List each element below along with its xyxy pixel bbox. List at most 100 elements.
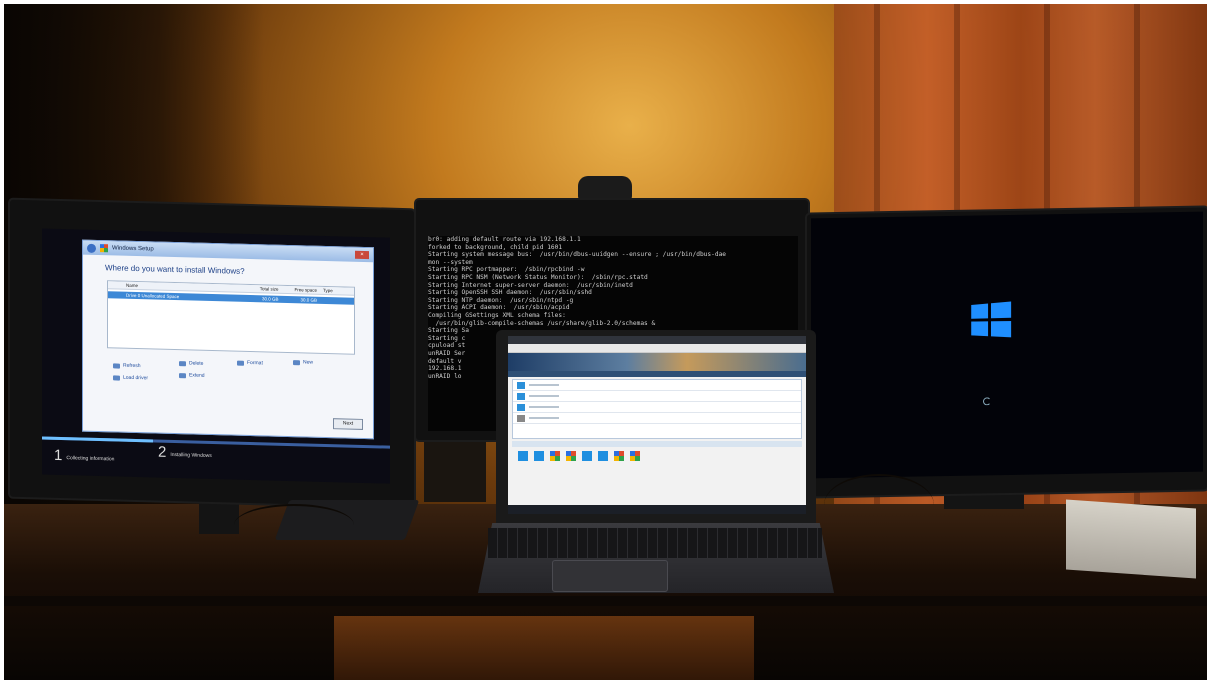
step-label: Collecting information xyxy=(66,455,115,463)
list-item[interactable] xyxy=(513,391,801,402)
windows-logo-icon xyxy=(517,392,525,400)
delete-button[interactable]: Delete xyxy=(179,360,203,367)
laptop xyxy=(496,330,816,526)
format-icon xyxy=(237,360,244,366)
refresh-icon xyxy=(113,362,120,369)
webcam xyxy=(578,176,632,202)
list-item[interactable] xyxy=(513,402,801,413)
load-driver-button[interactable]: Load driver xyxy=(113,374,148,381)
web-ui-banner xyxy=(508,353,806,371)
column-header-free: Free space xyxy=(294,287,318,293)
windows-logo-icon[interactable] xyxy=(550,451,560,461)
delete-label: Delete xyxy=(189,360,204,367)
load-driver-icon xyxy=(113,374,120,381)
setup-step: 2 Installing Windows xyxy=(158,444,212,462)
windows-logo-icon[interactable] xyxy=(630,451,640,461)
windows-setup-screen: Windows Setup × Where do you want to ins… xyxy=(42,228,390,484)
next-button[interactable]: Next xyxy=(333,418,363,430)
list-item[interactable] xyxy=(513,380,801,391)
refresh-label: Refresh xyxy=(123,362,141,370)
step-label: Installing Windows xyxy=(170,451,212,459)
speaker xyxy=(424,440,486,502)
windows-logo-icon xyxy=(517,381,525,389)
list-item[interactable] xyxy=(513,413,801,424)
drive-name: Drive 0 Unallocated Space xyxy=(126,292,180,300)
new-label: New xyxy=(303,359,314,366)
console-line: br0: adding default route via 192.168.1.… xyxy=(428,236,581,243)
setup-title: Windows Setup xyxy=(112,245,154,253)
drive-table: Name Total size Free space Type Drive 0 … xyxy=(107,280,355,355)
windows-logo-icon[interactable] xyxy=(534,451,544,461)
cable xyxy=(234,504,354,546)
new-button[interactable]: New xyxy=(293,359,313,366)
close-icon[interactable]: × xyxy=(355,250,369,260)
vm-entry xyxy=(529,384,559,386)
drive-type xyxy=(317,298,352,304)
load-driver-label: Load driver xyxy=(123,374,149,382)
console-line: Starting Internet super-server daemon: /… xyxy=(428,281,633,289)
drive-actions: Refresh Delete Format New Load driver Ex… xyxy=(113,356,373,403)
new-icon xyxy=(293,359,300,365)
extend-icon xyxy=(179,372,186,378)
windows-logo-icon[interactable] xyxy=(598,451,608,461)
windows-logo-icon[interactable] xyxy=(518,451,528,461)
floor-glow xyxy=(334,616,754,680)
desk-edge xyxy=(4,596,1207,606)
laptop-keyboard xyxy=(488,528,822,558)
browser-tab-strip[interactable] xyxy=(508,336,806,344)
windows-setup-dialog: Windows Setup × Where do you want to ins… xyxy=(82,239,374,440)
template-icons xyxy=(508,447,806,465)
vm-entry xyxy=(529,395,559,397)
setup-progress-fill xyxy=(42,436,154,443)
left-monitor: Windows Setup × Where do you want to ins… xyxy=(10,199,414,508)
back-arrow-icon[interactable] xyxy=(87,243,96,253)
drive-free-space: 30.0 GB xyxy=(300,297,318,303)
vm-entry xyxy=(529,417,559,419)
console-line: /usr/bin/glib-compile-schemas /usr/share… xyxy=(428,319,656,327)
cable xyxy=(824,474,934,536)
setup-progress-bar xyxy=(42,436,390,449)
drive-total-size: 30.0 GB xyxy=(261,296,279,302)
column-header-total: Total size xyxy=(259,286,279,292)
setup-step: 1 Collecting information xyxy=(54,447,114,466)
touchpad xyxy=(552,560,668,592)
setup-titlebar: Windows Setup × xyxy=(83,240,373,263)
windows-logo-icon xyxy=(517,403,525,411)
step-number: 2 xyxy=(158,443,167,461)
windows-logo-icon[interactable] xyxy=(582,451,592,461)
desk-photo: Windows Setup × Where do you want to ins… xyxy=(4,4,1207,680)
vm-list-panel xyxy=(512,379,802,439)
console-line: mon --system xyxy=(428,258,473,266)
delete-icon xyxy=(179,360,186,366)
console-line: Starting ACPI daemon: /usr/sbin/acpid xyxy=(428,304,570,312)
vm-entry xyxy=(529,406,559,408)
web-ui-nav[interactable] xyxy=(508,371,806,377)
console-line: Starting system message bus: /usr/bin/db… xyxy=(428,251,727,259)
loading-spinner-icon xyxy=(983,397,991,406)
console-line: forked to background, child pid 1601 xyxy=(428,243,563,251)
console-line: Starting OpenSSH SSH daemon: /usr/sbin/s… xyxy=(428,289,592,297)
extend-button[interactable]: Extend xyxy=(179,372,205,379)
windows-logo-icon[interactable] xyxy=(614,451,624,461)
windows-logo-icon xyxy=(100,244,108,253)
refresh-button[interactable]: Refresh xyxy=(113,362,141,369)
format-button[interactable]: Format xyxy=(237,359,263,367)
cardboard-box xyxy=(1066,499,1196,579)
column-header-type: Type xyxy=(323,287,333,294)
step-number: 1 xyxy=(54,446,63,465)
setup-question: Where do you want to install Windows? xyxy=(105,263,245,276)
console-line: Starting NTP daemon: /usr/sbin/ntpd -g xyxy=(428,296,574,304)
browser-address-bar[interactable] xyxy=(508,344,806,353)
taskbar[interactable] xyxy=(508,505,806,514)
console-line: Starting RPC portmapper: /sbin/rpcbind -… xyxy=(428,266,585,274)
windows-logo-icon xyxy=(971,301,1012,338)
laptop-screen xyxy=(508,336,806,514)
right-monitor xyxy=(807,207,1207,497)
windows-logo-icon xyxy=(517,414,525,422)
format-label: Format xyxy=(247,359,263,367)
windows-boot-screen xyxy=(811,211,1203,479)
windows-logo-icon[interactable] xyxy=(566,451,576,461)
extend-label: Extend xyxy=(189,372,205,379)
column-header-name: Name xyxy=(126,282,139,289)
console-line: Compiling GSettings XML schema files: xyxy=(428,311,566,319)
